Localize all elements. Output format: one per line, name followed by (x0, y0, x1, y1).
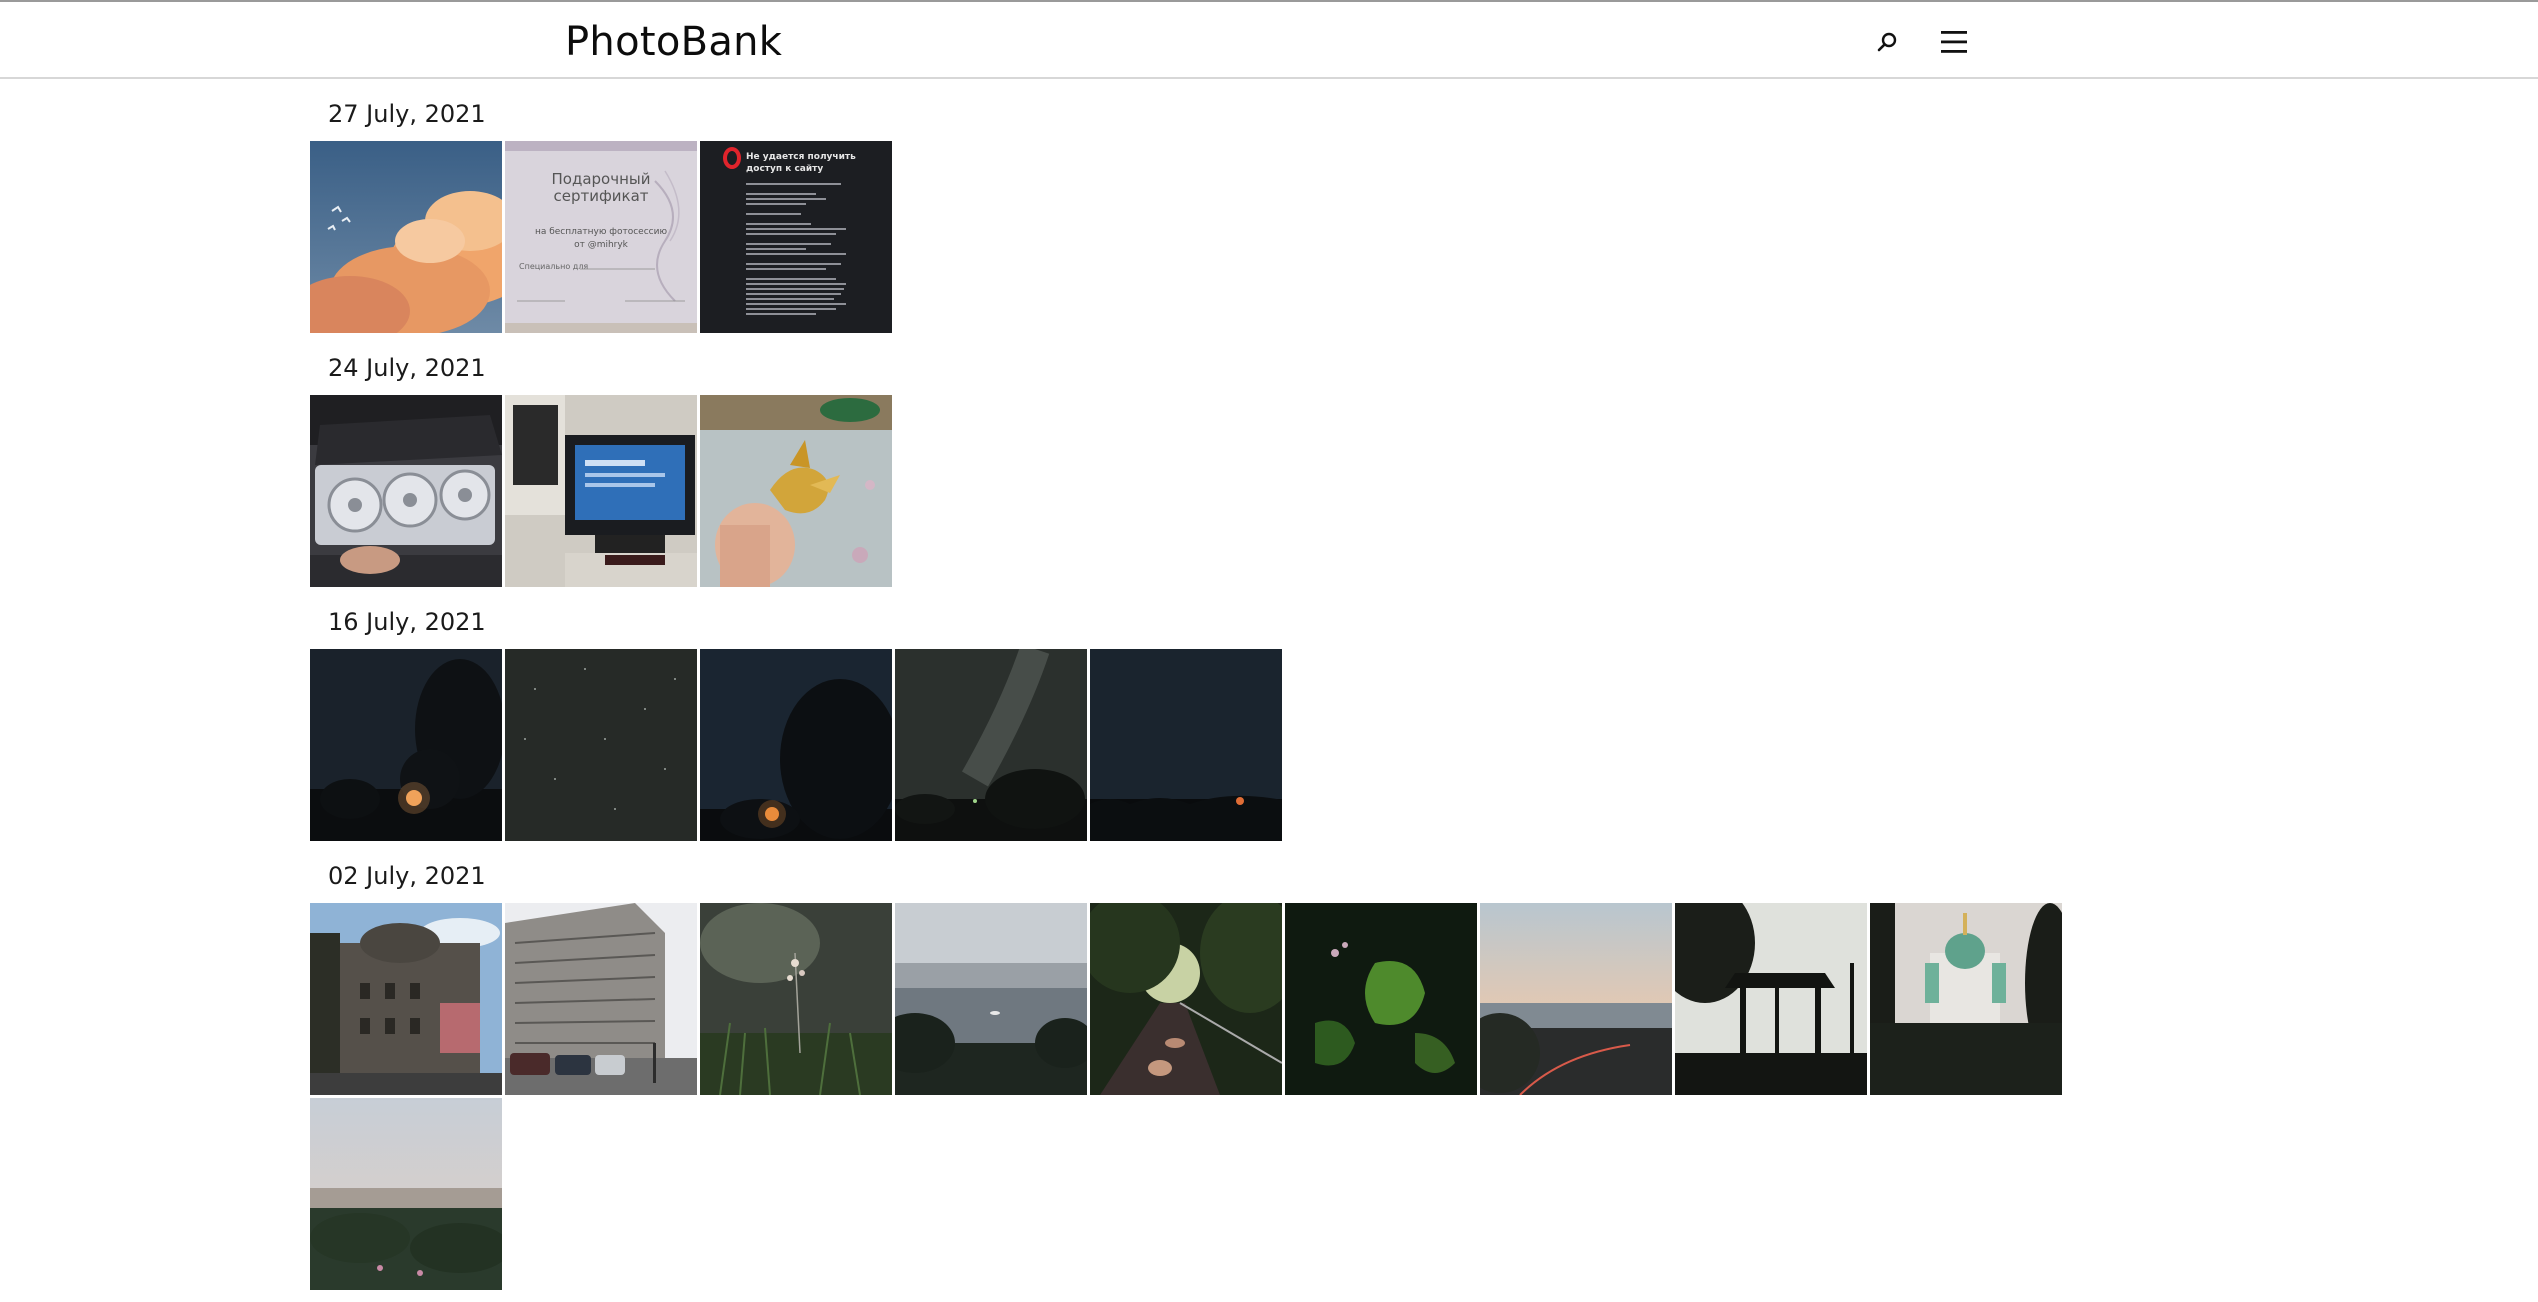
government-building-image (505, 903, 697, 1095)
old-building-image (310, 903, 502, 1095)
river-view-image (895, 903, 1087, 1095)
photo-grid (310, 903, 2062, 1290)
graphics-card-image (310, 395, 502, 587)
night-horizon-image (1090, 649, 1282, 841)
day-group: 27 July, 2021 Подарочный сертификат на б… (310, 79, 2110, 333)
city-panorama-image (310, 1098, 502, 1290)
photo-thumbnail-graphics-card[interactable] (310, 395, 502, 587)
date-heading: 16 July, 2021 (328, 608, 486, 636)
photo-gallery: 27 July, 2021 Подарочный сертификат на б… (310, 79, 2110, 1290)
photo-thumbnail-st-andrews-church[interactable] (1870, 903, 2062, 1095)
park-path-image (1090, 903, 1282, 1095)
photo-grid: Подарочный сертификат на бесплатную фото… (310, 141, 2062, 333)
photo-thumbnail-government-building[interactable] (505, 903, 697, 1095)
photo-thumbnail-milky-way[interactable] (895, 649, 1087, 841)
day-group: 24 July, 2021 (310, 333, 2110, 587)
photo-grid (310, 395, 2062, 587)
search-icon (1877, 32, 1897, 52)
city-sunset-image (1480, 903, 1672, 1095)
photo-thumbnail-opera-screenshot[interactable]: Не удается получить доступ к сайту (700, 141, 892, 333)
pc-monitor-image (505, 395, 697, 587)
photo-thumbnail-gazebo-silhouette[interactable] (1675, 903, 1867, 1095)
green-leaves-image (1285, 903, 1477, 1095)
day-group: 02 July, 2021 (310, 841, 2110, 1290)
st-andrews-church-image (1870, 903, 2062, 1095)
photo-thumbnail-old-building[interactable] (310, 903, 502, 1095)
photo-grid (310, 649, 2062, 841)
photo-thumbnail-night-horizon[interactable] (1090, 649, 1282, 841)
photo-thumbnail-park-path[interactable] (1090, 903, 1282, 1095)
wild-flowers-image (700, 903, 892, 1095)
photo-thumbnail-sky-clouds[interactable] (310, 141, 502, 333)
photo-thumbnail-city-sunset[interactable] (1480, 903, 1672, 1095)
cert-title-1: Подарочный (552, 170, 651, 188)
search-button[interactable] (1867, 22, 1907, 62)
site-logo[interactable]: PhotoBank (565, 18, 782, 66)
photo-thumbnail-wild-flowers[interactable] (700, 903, 892, 1095)
date-heading: 24 July, 2021 (328, 354, 486, 382)
opera-screenshot-image: Не удается получить доступ к сайту (700, 141, 892, 333)
photo-thumbnail-gift-certificate[interactable]: Подарочный сертификат на бесплатную фото… (505, 141, 697, 333)
gazebo-silhouette-image (1675, 903, 1867, 1095)
photo-thumbnail-night-moon-tree-2[interactable] (700, 649, 892, 841)
opera-title-1: Не удается получить (746, 152, 856, 162)
date-heading: 02 July, 2021 (328, 862, 486, 890)
photo-thumbnail-pc-monitor[interactable] (505, 395, 697, 587)
cert-title-2: сертификат (553, 187, 648, 205)
opera-title-2: доступ к сайту (746, 164, 823, 174)
cert-line-1: на бесплатную фотосессию (535, 227, 668, 237)
photo-thumbnail-golden-figurine[interactable] (700, 395, 892, 587)
photo-thumbnail-green-leaves[interactable] (1285, 903, 1477, 1095)
photo-thumbnail-river-view[interactable] (895, 903, 1087, 1095)
night-moon-trees-image (310, 649, 502, 841)
cert-line-2: от @mihryk (574, 240, 629, 250)
cert-line-3: Специально для (519, 262, 588, 271)
photo-thumbnail-night-sky-stars[interactable] (505, 649, 697, 841)
sky-clouds-image (310, 141, 502, 333)
night-moon-tree-2-image (700, 649, 892, 841)
menu-button[interactable] (1934, 22, 1974, 62)
night-sky-stars-image (505, 649, 697, 841)
milky-way-image (895, 649, 1087, 841)
photo-thumbnail-city-panorama[interactable] (310, 1098, 502, 1290)
top-navigation-bar: PhotoBank (0, 0, 2538, 79)
date-heading: 27 July, 2021 (328, 100, 486, 128)
photo-thumbnail-night-moon-trees[interactable] (310, 649, 502, 841)
hamburger-menu-icon (1941, 31, 1967, 53)
day-group: 16 July, 2021 (310, 587, 2110, 841)
golden-figurine-image (700, 395, 892, 587)
gift-certificate-image: Подарочный сертификат на бесплатную фото… (505, 141, 697, 333)
